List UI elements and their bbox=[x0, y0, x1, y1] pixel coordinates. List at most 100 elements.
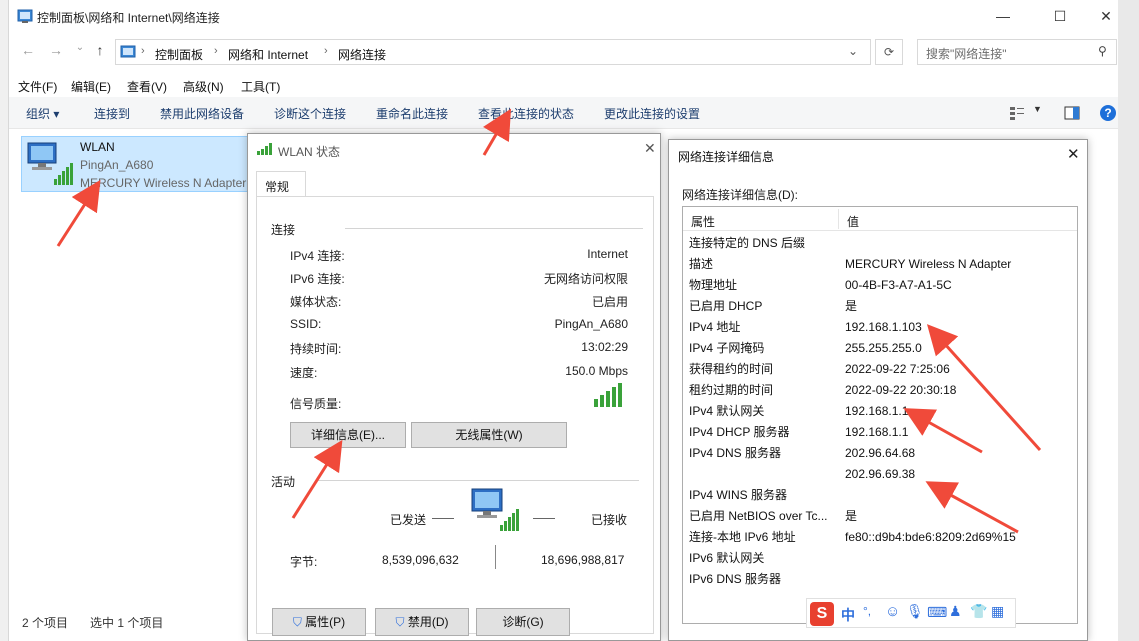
details-value: 192.168.1.103 bbox=[845, 319, 922, 334]
column-property-header[interactable]: 属性 bbox=[691, 213, 715, 230]
speed-value: 150.0 Mbps bbox=[565, 364, 628, 378]
details-row[interactable]: 已启用 NetBIOS over Tc... 是 bbox=[689, 505, 1016, 526]
menu-tools[interactable]: 工具(T) bbox=[241, 78, 280, 95]
up-arrow-icon[interactable]: ↑ bbox=[89, 42, 111, 62]
details-row[interactable]: 物理地址 00-4B-F3-A7-A1-5C bbox=[689, 274, 1016, 295]
rename-connection-button[interactable]: 重命名此连接 bbox=[376, 105, 448, 122]
network-details-dialog: 网络连接详细信息 ✕ 网络连接详细信息(D): 属性 值 连接特定的 DNS 后… bbox=[668, 139, 1088, 641]
preview-pane-icon[interactable] bbox=[1064, 106, 1080, 120]
ime-toolbar[interactable]: S 中 °, ☺ 🎙 ⌨ ♟ 👕 ▦ bbox=[806, 598, 1016, 628]
signal-strength-icon bbox=[594, 383, 622, 407]
section-activity-label: 活动 bbox=[271, 475, 296, 489]
details-property: 已启用 DHCP bbox=[689, 299, 763, 313]
details-value: 2022-09-22 7:25:06 bbox=[845, 361, 950, 376]
details-property: IPv4 DHCP 服务器 bbox=[689, 425, 790, 439]
skin-icon[interactable]: 👕 bbox=[970, 603, 987, 620]
signal-quality-label: 信号质量: bbox=[290, 397, 342, 411]
ime-logo-icon[interactable]: S bbox=[810, 602, 834, 626]
connect-to-button[interactable]: 连接到 bbox=[94, 105, 130, 122]
shield-icon: ⛉ bbox=[292, 615, 302, 629]
breadcrumb-network-internet[interactable]: 网络和 Internet bbox=[228, 46, 308, 63]
breadcrumb-network-connections[interactable]: 网络连接 bbox=[338, 46, 386, 63]
close-button[interactable]: ✕ bbox=[1083, 0, 1129, 32]
column-value-header[interactable]: 值 bbox=[847, 213, 859, 230]
view-status-button[interactable]: 查看此连接的状态 bbox=[478, 105, 574, 122]
wireless-properties-button[interactable]: 无线属性(W) bbox=[411, 422, 567, 448]
wlan-connection-item[interactable]: WLAN PingAn_A680 MERCURY Wireless N Adap… bbox=[21, 136, 249, 192]
details-row[interactable]: 已启用 DHCP 是 bbox=[689, 295, 1016, 316]
address-row: ← → ⌄ ↑ › 控制面板 › 网络和 Internet › 网络连接 ⌄ ⟳… bbox=[9, 34, 1118, 68]
menu-bar: 文件(F) 编辑(E) 查看(V) 高级(N) 工具(T) bbox=[9, 74, 1118, 96]
bytes-label: 字节: bbox=[290, 555, 318, 569]
details-row[interactable]: IPv4 DHCP 服务器 192.168.1.1 bbox=[689, 421, 1016, 442]
menu-advanced[interactable]: 高级(N) bbox=[183, 78, 224, 95]
network-computer-icon bbox=[471, 488, 519, 531]
menu-edit[interactable]: 编辑(E) bbox=[71, 78, 111, 95]
status-dialog-close-icon[interactable]: ✕ bbox=[644, 140, 656, 157]
details-property: 连接特定的 DNS 后缀 bbox=[689, 236, 806, 250]
address-dropdown-icon[interactable]: ⌄ bbox=[848, 44, 858, 58]
details-value: MERCURY Wireless N Adapter bbox=[845, 256, 1012, 271]
view-dropdown-icon[interactable]: ▼ bbox=[1033, 104, 1042, 114]
organize-button[interactable]: 组织 ▾ bbox=[26, 105, 59, 122]
menu-file[interactable]: 文件(F) bbox=[18, 78, 57, 95]
details-row[interactable]: 描述 MERCURY Wireless N Adapter bbox=[689, 253, 1016, 274]
details-property: 租约过期的时间 bbox=[689, 383, 774, 397]
details-value: 是 bbox=[845, 299, 858, 313]
bytes-divider bbox=[495, 545, 496, 569]
ime-language-toggle[interactable]: 中 bbox=[841, 605, 855, 625]
details-row[interactable]: 连接特定的 DNS 后缀 bbox=[689, 232, 1016, 253]
details-row[interactable]: 获得租约的时间 2022-09-22 7:25:06 bbox=[689, 358, 1016, 379]
details-row[interactable]: IPv4 DNS 服务器 202.96.64.68 bbox=[689, 442, 1016, 463]
bytes-sent-value: 8,539,096,632 bbox=[382, 553, 459, 567]
details-row[interactable]: IPv4 WINS 服务器 bbox=[689, 484, 1016, 505]
details-row[interactable]: IPv4 默认网关 192.168.1.1 bbox=[689, 400, 1016, 421]
details-listview[interactable]: 属性 值 连接特定的 DNS 后缀 描述 MERCURY Wireless N Ad… bbox=[682, 206, 1078, 624]
details-value bbox=[845, 232, 1016, 253]
tab-general[interactable]: 常规 bbox=[256, 171, 306, 197]
forward-arrow-icon[interactable]: → bbox=[45, 42, 67, 62]
ipv4-connection-label: IPv4 连接: bbox=[290, 249, 345, 263]
details-row[interactable]: 202.96.69.38 bbox=[689, 463, 1016, 484]
user-icon[interactable]: ♟ bbox=[949, 603, 962, 620]
details-button[interactable]: 详细信息(E)... bbox=[290, 422, 406, 448]
menu-view[interactable]: 查看(V) bbox=[127, 78, 167, 95]
details-row[interactable]: IPv6 DNS 服务器 bbox=[689, 568, 1016, 589]
duration-label: 持续时间: bbox=[290, 342, 342, 356]
toolbox-icon[interactable]: ▦ bbox=[991, 603, 1004, 620]
recent-chevron-icon[interactable]: ⌄ bbox=[69, 42, 91, 62]
diagnose-connection-button[interactable]: 诊断这个连接 bbox=[274, 105, 346, 122]
change-settings-button[interactable]: 更改此连接的设置 bbox=[604, 105, 700, 122]
view-options-icon[interactable] bbox=[1009, 106, 1025, 120]
disable-button[interactable]: ⛉ 禁用(D) bbox=[375, 608, 469, 636]
details-dialog-close-icon[interactable]: ✕ bbox=[1067, 145, 1080, 163]
emoji-icon[interactable]: ☺ bbox=[885, 603, 900, 620]
details-row[interactable]: 连接-本地 IPv6 地址 fe80::d9b4:bde6:8209:2d69%1… bbox=[689, 526, 1016, 547]
duration-value: 13:02:29 bbox=[581, 340, 628, 354]
microphone-icon[interactable]: 🎙 bbox=[906, 603, 924, 620]
details-row[interactable]: 租约过期的时间 2022-09-22 20:30:18 bbox=[689, 379, 1016, 400]
diagnose-button[interactable]: 诊断(G) bbox=[476, 608, 570, 636]
help-icon[interactable]: ? bbox=[1099, 104, 1117, 122]
ssid-label: SSID: bbox=[290, 317, 322, 331]
refresh-button[interactable]: ⟳ bbox=[875, 39, 903, 65]
address-bar[interactable]: › 控制面板 › 网络和 Internet › 网络连接 ⌄ bbox=[115, 39, 871, 65]
details-value: 2022-09-22 20:30:18 bbox=[845, 382, 957, 397]
back-arrow-icon[interactable]: ← bbox=[17, 42, 39, 62]
details-row[interactable]: IPv4 地址 192.168.1.103 bbox=[689, 316, 1016, 337]
maximize-button[interactable]: ☐ bbox=[1037, 0, 1083, 32]
details-row[interactable]: IPv4 子网掩码 255.255.255.0 bbox=[689, 337, 1016, 358]
details-property: IPv6 DNS 服务器 bbox=[689, 572, 782, 586]
disable-device-button[interactable]: 禁用此网络设备 bbox=[160, 105, 244, 122]
minimize-button[interactable]: — bbox=[980, 0, 1026, 32]
details-row[interactable]: IPv6 默认网关 bbox=[689, 547, 1016, 568]
ipv4-connection-value: Internet bbox=[587, 247, 628, 261]
item-count: 2 个项目 bbox=[22, 616, 69, 630]
search-input[interactable]: 搜索"网络连接" ⚲ bbox=[917, 39, 1117, 65]
details-property: 描述 bbox=[689, 257, 714, 271]
ime-punctuation-toggle[interactable]: °, bbox=[863, 604, 871, 618]
column-divider bbox=[838, 209, 839, 229]
breadcrumb-control-panel[interactable]: 控制面板 bbox=[155, 46, 203, 63]
keyboard-icon[interactable]: ⌨ bbox=[927, 604, 947, 621]
properties-button[interactable]: ⛉ 属性(P) bbox=[272, 608, 366, 636]
